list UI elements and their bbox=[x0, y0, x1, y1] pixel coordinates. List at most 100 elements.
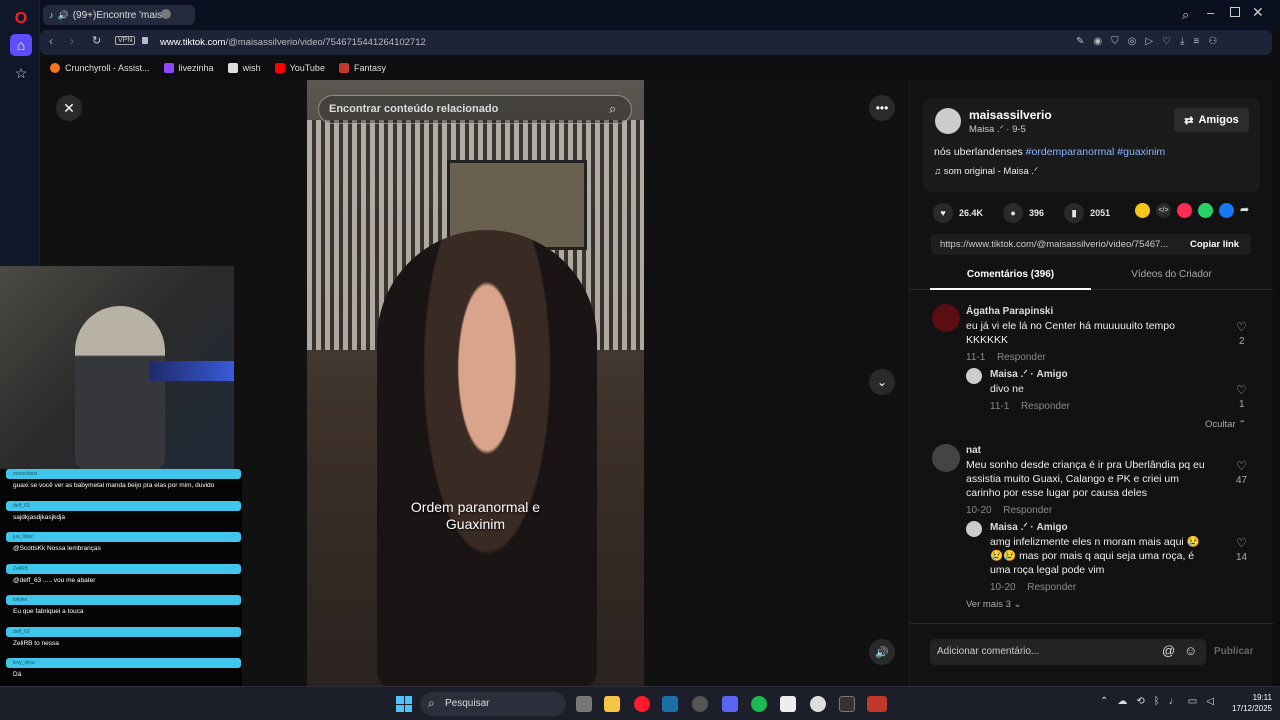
download-icon[interactable]: ⤓ bbox=[1180, 36, 1184, 47]
reply-button[interactable]: Responder bbox=[1003, 505, 1052, 516]
chat-username[interactable]: jua_lister bbox=[6, 532, 241, 542]
comment-author[interactable]: Ágatha Parapinski bbox=[966, 305, 1175, 319]
tab-comments[interactable]: Comentários (396) bbox=[930, 269, 1091, 290]
reload-icon[interactable]: ↻ bbox=[92, 34, 101, 47]
search-icon[interactable]: ⌕ bbox=[609, 101, 616, 117]
tab-active[interactable]: ♪ 🔊 (99+)Encontre 'maisa bbox=[43, 5, 195, 25]
heart-icon[interactable]: ♡ bbox=[1236, 459, 1247, 473]
like-button[interactable]: ♥ bbox=[933, 203, 953, 223]
comment-input[interactable]: Adicionar comentário... @ ☺ bbox=[930, 639, 1206, 665]
video-player[interactable]: Encontrar conteúdo relacionado ⌕ Ordem p… bbox=[307, 80, 644, 686]
facebook-icon[interactable] bbox=[1219, 203, 1234, 218]
bookmark-fantasy[interactable]: Fantasy bbox=[338, 62, 386, 73]
comment-author[interactable]: nat bbox=[966, 444, 1205, 458]
task-view-icon[interactable] bbox=[576, 696, 592, 712]
share-arrow-icon[interactable]: ➦ bbox=[1240, 203, 1249, 218]
tab-creator-videos[interactable]: Vídeos do Criador bbox=[1091, 269, 1252, 280]
mic-icon[interactable]: ♩ bbox=[1169, 696, 1179, 707]
speaker-icon[interactable]: 🔊 bbox=[58, 10, 69, 21]
clock[interactable]: 19:11 17/12/2025 bbox=[1222, 692, 1272, 714]
opera-icon[interactable] bbox=[634, 696, 650, 712]
emoji-icon[interactable]: ☺ bbox=[1184, 643, 1197, 658]
file-explorer-icon[interactable] bbox=[604, 696, 620, 712]
shield-icon[interactable]: ⛉ bbox=[1111, 36, 1119, 47]
bookmark-livezinha[interactable]: livezinha bbox=[163, 62, 214, 73]
edit-icon[interactable]: ✎ bbox=[1076, 36, 1084, 47]
eye-icon[interactable]: ◎ bbox=[1128, 36, 1137, 47]
avatar[interactable] bbox=[935, 108, 961, 134]
windows-start-icon[interactable] bbox=[396, 696, 412, 712]
steam-icon[interactable] bbox=[662, 696, 678, 712]
sync-icon[interactable]: ⟲ bbox=[1136, 696, 1144, 707]
see-more-replies-button[interactable]: Ver mais 3 ⌄ bbox=[966, 599, 1022, 610]
embed-icon[interactable]: </> bbox=[1156, 203, 1171, 218]
avatar[interactable] bbox=[966, 368, 982, 384]
spotify-icon[interactable] bbox=[751, 696, 767, 712]
chat-username[interactable]: ZeliRB bbox=[6, 563, 241, 574]
avatar[interactable] bbox=[966, 521, 982, 537]
maximize-icon[interactable] bbox=[1230, 7, 1240, 17]
comment-author[interactable]: Maisa .ᐟ · Amigo bbox=[990, 521, 1200, 535]
volume-icon[interactable]: ◁ bbox=[1206, 696, 1214, 707]
terminal-icon[interactable] bbox=[839, 696, 855, 712]
copy-link-button[interactable]: Copiar link bbox=[1190, 239, 1239, 250]
bookmark-youtube[interactable]: YouTube bbox=[274, 62, 325, 73]
chevron-up-icon[interactable]: ⌃ bbox=[1100, 696, 1108, 707]
heart-icon[interactable]: ♡ bbox=[1236, 383, 1247, 397]
close-video-button[interactable]: ✕ bbox=[56, 95, 82, 121]
comment-author[interactable]: Maisa .ᐟ · Amigo bbox=[990, 368, 1070, 382]
whatsapp-icon[interactable] bbox=[1198, 203, 1213, 218]
heart-icon[interactable]: ♡ bbox=[1236, 320, 1247, 334]
chat-username[interactable]: deff_63 bbox=[6, 500, 241, 511]
star-icon[interactable]: ☆ bbox=[10, 62, 32, 84]
publish-button[interactable]: Publicar bbox=[1214, 646, 1253, 657]
volume-button[interactable]: 🔊 bbox=[869, 639, 895, 665]
reply-button[interactable]: Responder bbox=[997, 352, 1046, 363]
avatar[interactable] bbox=[932, 304, 960, 332]
heart-icon[interactable]: ♡ bbox=[1162, 36, 1171, 47]
new-tab-button[interactable] bbox=[161, 9, 171, 19]
heart-icon[interactable]: ♡ bbox=[1236, 536, 1247, 550]
post-link[interactable]: https://www.tiktok.com/@maisassilverio/v… bbox=[940, 239, 1168, 250]
chat-username[interactable]: stonesbest bbox=[6, 469, 241, 479]
search-icon[interactable]: ⌕ bbox=[1182, 7, 1189, 23]
reply-button[interactable]: Responder bbox=[1021, 401, 1070, 412]
hide-replies-button[interactable]: Ocultar ⌃ bbox=[1205, 419, 1246, 430]
voicemeeter-icon[interactable] bbox=[867, 696, 887, 712]
play-icon[interactable]: ▷ bbox=[1145, 36, 1153, 47]
share-coin-icon[interactable] bbox=[1135, 203, 1150, 218]
app-icon[interactable] bbox=[810, 696, 826, 712]
save-button[interactable]: ▮ bbox=[1064, 203, 1085, 223]
url-field[interactable]: www.tiktok.com/@maisassilverio/video/754… bbox=[160, 37, 426, 48]
send-icon[interactable] bbox=[1177, 203, 1192, 218]
network-icon[interactable]: ▭ bbox=[1188, 696, 1197, 707]
sound-link[interactable]: ♫ som original - Maisa .ᐟ bbox=[934, 166, 1038, 177]
next-video-button[interactable]: ⌄ bbox=[869, 369, 895, 395]
hashtag-link[interactable]: #ordemparanormal bbox=[1026, 146, 1115, 158]
friends-button[interactable]: ⇄ Amigos bbox=[1174, 108, 1249, 132]
opera-logo-icon[interactable]: O bbox=[10, 8, 32, 30]
related-search-input[interactable]: Encontrar conteúdo relacionado ⌕ bbox=[318, 95, 632, 124]
taskbar-search[interactable]: ⌕ Pesquisar bbox=[420, 692, 566, 716]
camera-icon[interactable]: ◉ bbox=[1093, 36, 1102, 47]
home-icon[interactable]: ⌂ bbox=[10, 34, 32, 56]
avatar[interactable] bbox=[932, 444, 960, 472]
comment-button[interactable]: ● bbox=[1003, 203, 1024, 223]
close-window-icon[interactable]: ✕ bbox=[1252, 4, 1264, 21]
menu-icon[interactable]: ≡ bbox=[1193, 36, 1199, 47]
minimize-icon[interactable]: – bbox=[1207, 5, 1214, 20]
discord-icon[interactable] bbox=[722, 696, 738, 712]
hashtag-link[interactable]: #guaxinim bbox=[1117, 146, 1165, 158]
profile-icon[interactable]: ⚇ bbox=[1208, 36, 1217, 47]
mention-icon[interactable]: @ bbox=[1162, 643, 1175, 658]
chat-username[interactable]: lokyke bbox=[6, 595, 241, 605]
forward-icon[interactable]: › bbox=[70, 34, 74, 48]
bluetooth-icon[interactable]: ᛒ bbox=[1154, 696, 1160, 707]
bookmark-crunchyroll[interactable]: Crunchyroll - Assist... bbox=[50, 62, 150, 73]
reply-button[interactable]: Responder bbox=[1027, 582, 1076, 593]
cloud-icon[interactable]: ☁ bbox=[1117, 696, 1127, 707]
lock-icon[interactable] bbox=[142, 37, 148, 44]
username[interactable]: maisassilverio bbox=[969, 108, 1052, 122]
back-icon[interactable]: ‹ bbox=[49, 34, 53, 48]
bookmark-wish[interactable]: wish bbox=[227, 62, 261, 73]
